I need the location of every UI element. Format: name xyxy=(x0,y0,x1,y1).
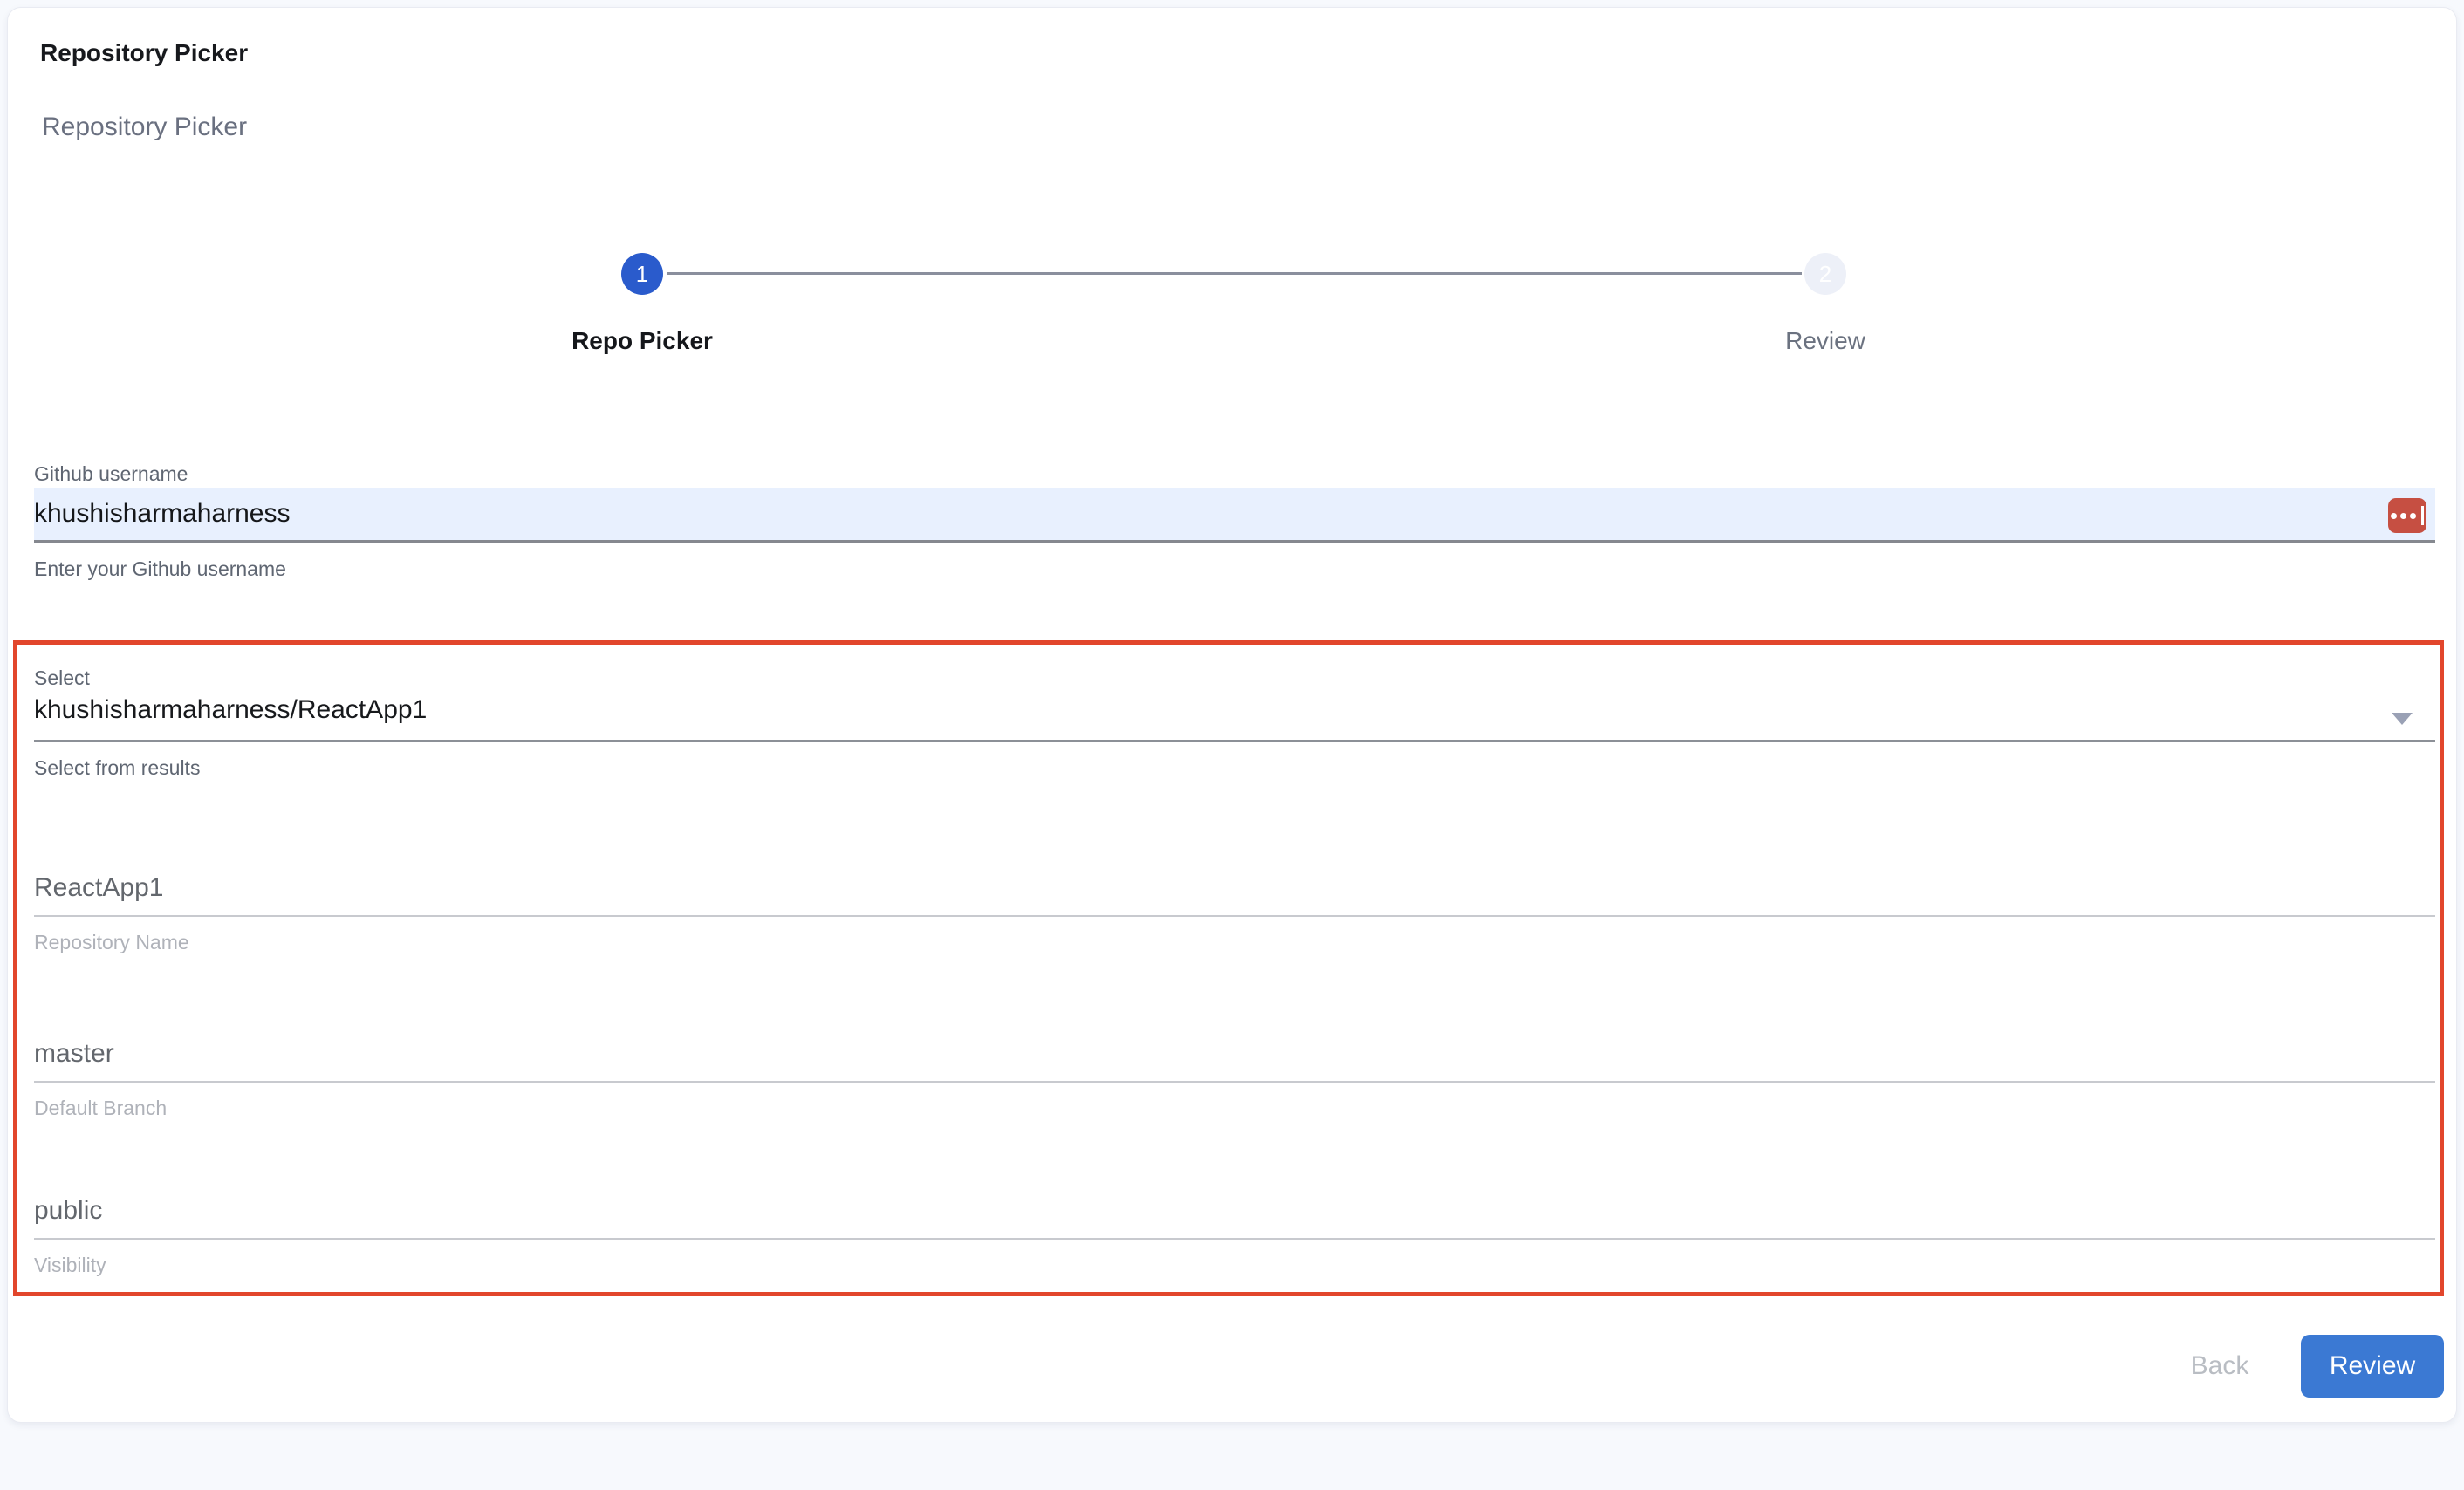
default-branch-value: master xyxy=(34,1039,2435,1069)
repo-select-value: khushisharmaharness/ReactApp1 xyxy=(34,695,427,725)
repo-select-helper: Select from results xyxy=(34,756,200,780)
visibility-field: public Visibility xyxy=(34,1196,2435,1277)
default-branch-label: Default Branch xyxy=(34,1097,2435,1120)
visibility-value: public xyxy=(34,1196,2435,1226)
page-subtitle: Repository Picker xyxy=(42,113,247,142)
github-username-helper: Enter your Github username xyxy=(34,557,286,581)
step-connector-line xyxy=(667,272,1802,275)
repository-picker-card: Repository Picker Repository Picker 1 2 … xyxy=(7,7,2457,1423)
review-button[interactable]: Review xyxy=(2301,1335,2444,1398)
field-underline xyxy=(34,1081,2435,1083)
visibility-label: Visibility xyxy=(34,1254,2435,1277)
lastpass-dot xyxy=(2400,513,2406,519)
repo-select-underline xyxy=(34,740,2435,742)
github-username-input[interactable] xyxy=(34,488,2435,543)
repo-select-label: Select xyxy=(34,666,90,690)
back-button[interactable]: Back xyxy=(2163,1347,2276,1385)
repo-select-dropdown[interactable]: khushisharmaharness/ReactApp1 xyxy=(34,692,2435,742)
step-1-indicator: 1 xyxy=(621,253,663,295)
default-branch-field: master Default Branch xyxy=(34,1039,2435,1120)
field-underline xyxy=(34,1238,2435,1240)
lastpass-dot xyxy=(2391,513,2397,519)
repository-name-field: ReactApp1 Repository Name xyxy=(34,873,2435,954)
step-2-label: Review xyxy=(1651,327,2000,355)
step-1-label: Repo Picker xyxy=(468,327,817,355)
repository-name-label: Repository Name xyxy=(34,931,2435,954)
lastpass-icon[interactable] xyxy=(2388,498,2426,533)
lastpass-dot xyxy=(2410,513,2416,519)
lastpass-bar xyxy=(2421,506,2424,525)
chevron-down-icon xyxy=(2392,713,2413,725)
step-2-indicator: 2 xyxy=(1804,253,1846,295)
repository-name-value: ReactApp1 xyxy=(34,873,2435,903)
page-title: Repository Picker xyxy=(40,39,248,67)
github-username-label: Github username xyxy=(34,462,188,486)
field-underline xyxy=(34,915,2435,917)
